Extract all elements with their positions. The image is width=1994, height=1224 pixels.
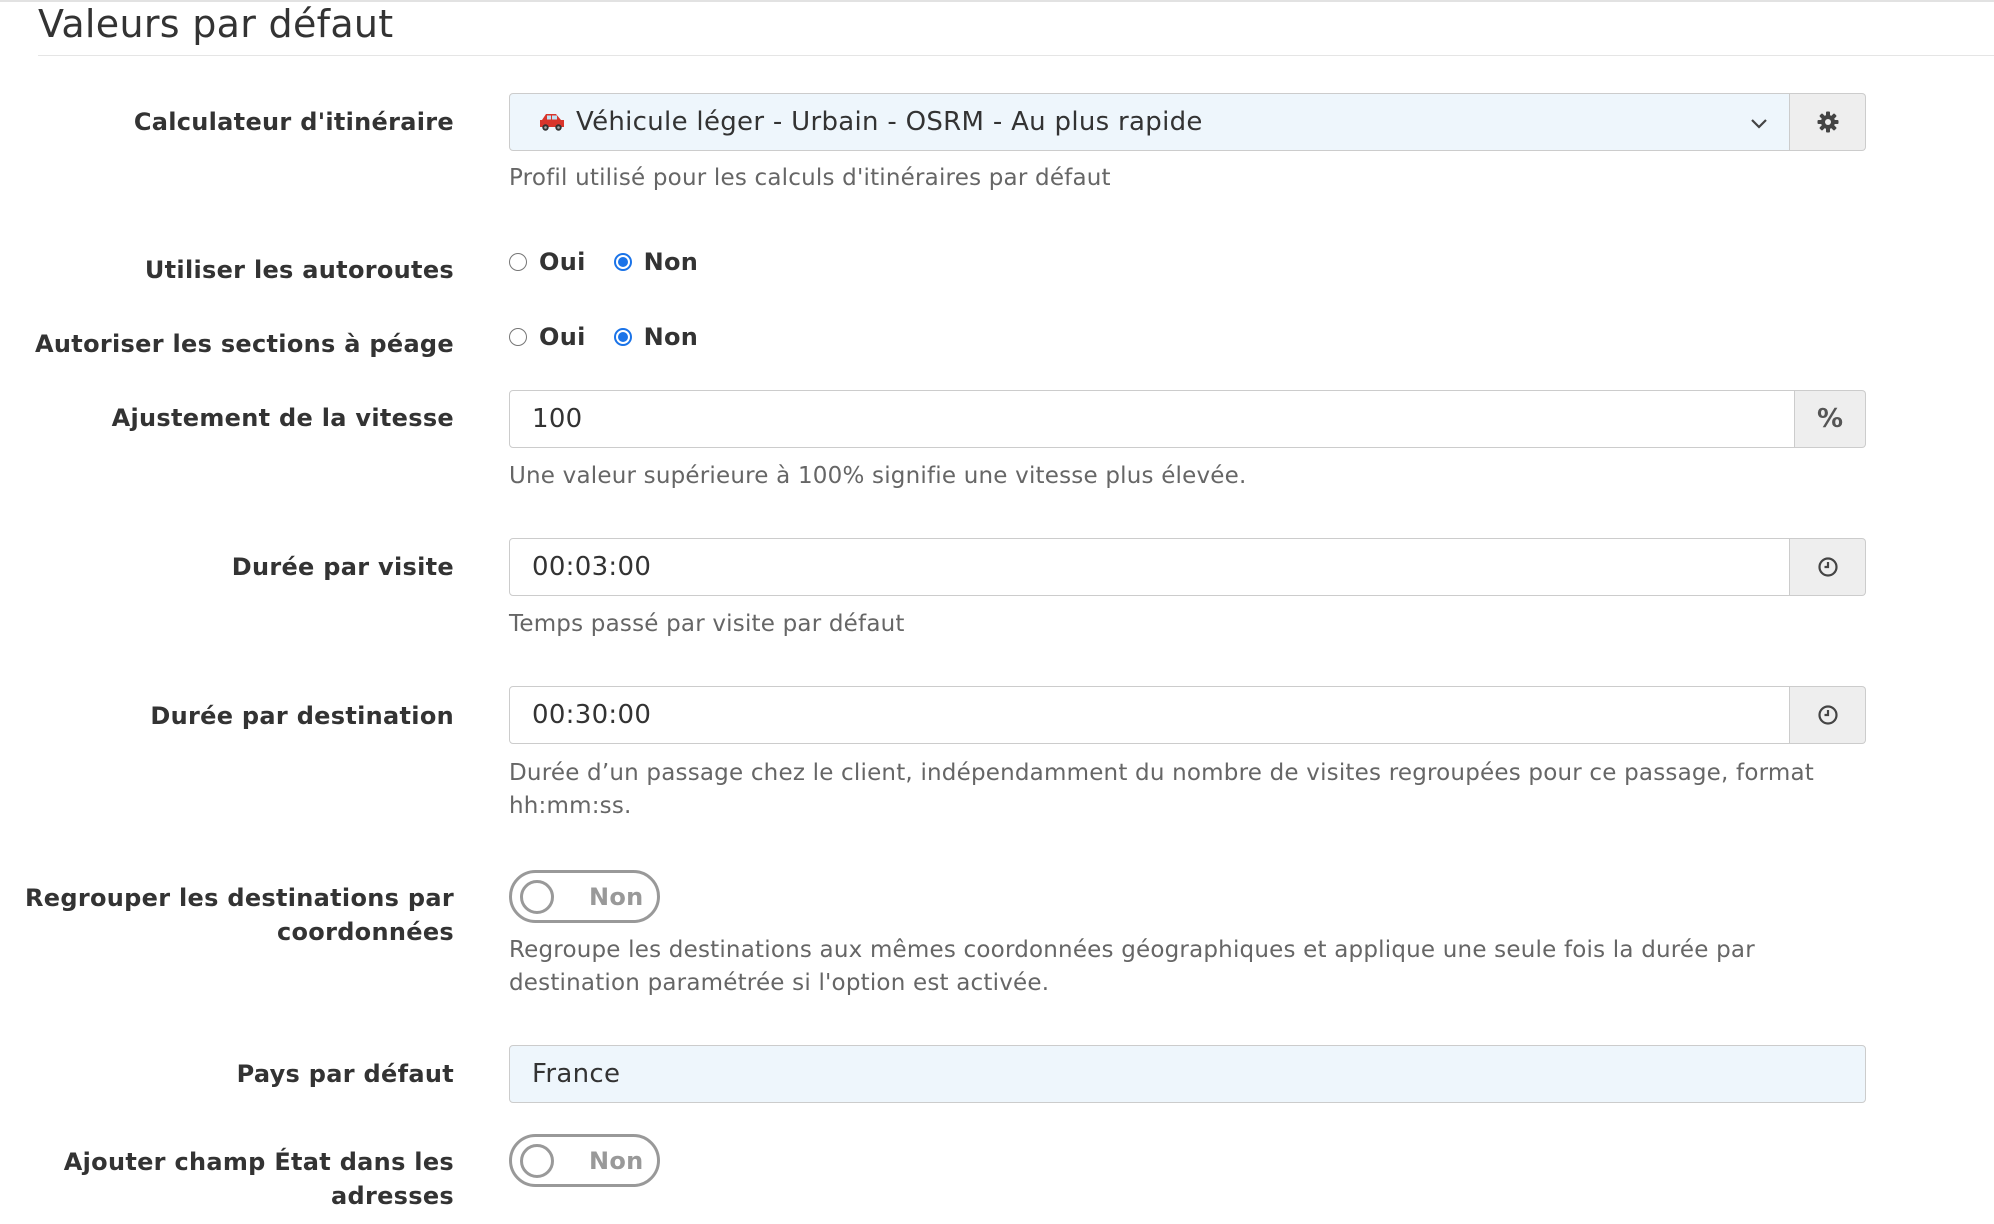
visit-duration-help: Temps passé par visite par défaut — [509, 611, 905, 637]
group-destinations-label-line2: coordonnées — [276, 918, 454, 946]
clock-icon — [1817, 557, 1838, 577]
toll-no-label[interactable]: Non — [644, 323, 699, 351]
group-destinations-toggle-text: Non — [589, 882, 644, 911]
destination-duration-label: Durée par destination — [150, 702, 454, 730]
speed-help: Une valeur supérieure à 100% signifie un… — [509, 463, 1247, 489]
state-field-label-line2: adresses — [330, 1182, 454, 1210]
title-divider — [38, 55, 1994, 56]
group-destinations-help: Regroupe les destinations aux mêmes coor… — [509, 934, 1869, 1000]
router-select-value: Véhicule léger - Urbain - OSRM - Au plus… — [576, 107, 1203, 137]
group-destinations-label: Regrouper les destinations par coordonné… — [25, 881, 454, 949]
visit-duration-input-group: 00:03:00 — [509, 538, 1866, 596]
state-field-toggle-text: Non — [589, 1146, 644, 1175]
router-select[interactable]: Véhicule léger - Urbain - OSRM - Au plus… — [509, 93, 1790, 151]
visit-duration-label: Durée par visite — [231, 553, 454, 581]
toggle-knob — [520, 879, 554, 914]
group-destinations-label-line1: Regrouper les destinations par — [25, 884, 454, 912]
motorways-no-radio[interactable] — [613, 253, 632, 271]
motorways-label: Utiliser les autoroutes — [144, 256, 454, 284]
motorways-yes-radio[interactable] — [509, 253, 527, 271]
group-destinations-help-line2: destination paramétrée si l'option est a… — [509, 970, 1050, 996]
router-select-group: Véhicule léger - Urbain - OSRM - Au plus… — [509, 93, 1866, 151]
destination-duration-input-group: 00:30:00 — [509, 686, 1866, 744]
default-country-input[interactable]: France — [509, 1045, 1866, 1103]
toll-no-radio[interactable] — [613, 328, 632, 346]
chevron-down-icon — [1751, 119, 1767, 129]
motorways-radio-group: Oui Non — [509, 245, 726, 279]
state-field-label: Ajouter champ État dans les adresses — [64, 1145, 454, 1213]
destination-duration-clock-button[interactable] — [1790, 686, 1866, 744]
toll-yes-radio[interactable] — [509, 328, 527, 346]
visit-duration-input[interactable]: 00:03:00 — [509, 538, 1790, 596]
speed-input[interactable]: 100 — [509, 390, 1795, 448]
speed-unit: % — [1795, 390, 1866, 448]
router-label: Calculateur d'itinéraire — [133, 108, 454, 136]
router-settings-button[interactable] — [1790, 93, 1866, 151]
motorways-yes-label[interactable]: Oui — [539, 248, 586, 276]
group-destinations-help-line1: Regroupe les destinations aux mêmes coor… — [509, 937, 1755, 963]
group-destinations-toggle[interactable]: Non — [509, 870, 660, 923]
default-country-label: Pays par défaut — [236, 1060, 454, 1088]
visit-duration-clock-button[interactable] — [1790, 538, 1866, 596]
toll-radio-group: Oui Non — [509, 320, 726, 354]
state-field-toggle[interactable]: Non — [509, 1134, 660, 1187]
motorways-no-label[interactable]: Non — [644, 248, 699, 276]
car-icon — [540, 114, 564, 131]
toll-yes-label[interactable]: Oui — [539, 323, 586, 351]
speed-label: Ajustement de la vitesse — [111, 404, 454, 432]
destination-duration-input[interactable]: 00:30:00 — [509, 686, 1790, 744]
clock-icon — [1817, 705, 1838, 725]
toll-label: Autoriser les sections à péage — [35, 330, 454, 358]
state-field-label-line1: Ajouter champ État dans les — [63, 1148, 454, 1176]
speed-input-group: 100 % — [509, 390, 1866, 448]
toggle-knob — [520, 1143, 554, 1178]
destination-duration-help: Durée d’un passage chez le client, indép… — [509, 760, 1814, 819]
router-help: Profil utilisé pour les calculs d'itinér… — [509, 165, 1111, 191]
page-title: Valeurs par défaut — [38, 2, 394, 46]
gear-icon — [1817, 111, 1838, 133]
